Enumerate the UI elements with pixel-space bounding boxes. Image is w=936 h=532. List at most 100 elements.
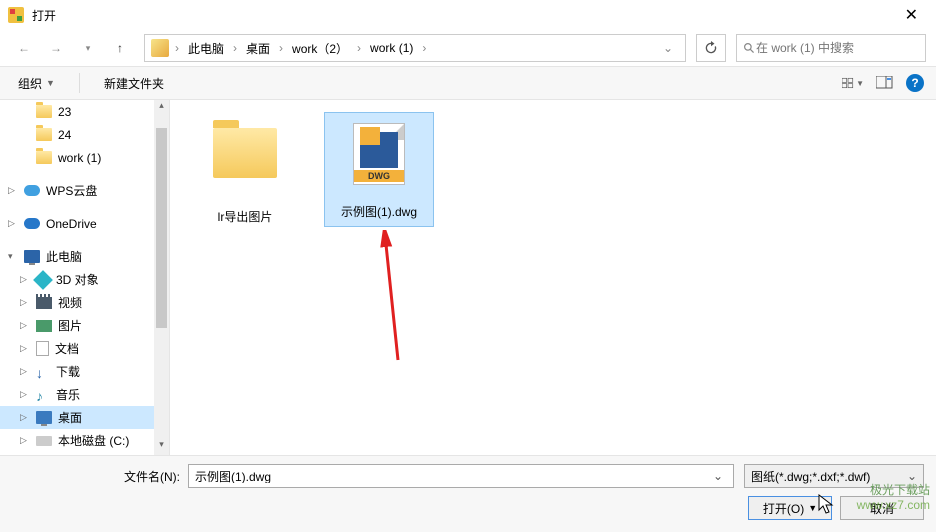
breadcrumb-item[interactable]: 桌面 (243, 38, 273, 59)
scroll-thumb[interactable] (156, 128, 167, 328)
scroll-up-icon[interactable]: ▴ (154, 100, 169, 116)
tree-label: 文档 (55, 340, 79, 357)
tree-label: 音乐 (56, 386, 80, 403)
tree-label: 图片 (58, 317, 82, 334)
cancel-button[interactable]: 取消 (840, 496, 924, 520)
pane-icon (876, 76, 894, 90)
filename-label: 文件名(N): (12, 468, 188, 485)
tree-item-music[interactable]: ▷音乐 (0, 383, 169, 406)
chevron-right-icon: › (275, 41, 287, 55)
dwg-badge: DWG (354, 170, 404, 182)
tree-item-folder[interactable]: 23 (0, 100, 169, 123)
chevron-right-icon: › (229, 41, 241, 55)
tree-item-localdisk[interactable]: ▷本地磁盘 (C:) (0, 429, 169, 452)
desktop-icon (36, 411, 52, 424)
help-button[interactable]: ? (906, 74, 924, 92)
chevron-down-icon[interactable]: ⌄ (907, 469, 917, 483)
filename-input[interactable] (195, 469, 709, 483)
tree-item-folder[interactable]: work (1) (0, 146, 169, 169)
tree-item-video[interactable]: ▷视频 (0, 291, 169, 314)
bottom-panel: 文件名(N): ⌄ 图纸(*.dwg;*.dxf;*.dwf) ⌄ 打开(O) … (0, 455, 936, 532)
tree-item-desktop[interactable]: ▷桌面 (0, 406, 169, 429)
refresh-icon (704, 41, 718, 55)
open-button[interactable]: 打开(O) ▼ (748, 496, 832, 520)
pc-icon (24, 250, 40, 263)
new-folder-label: 新建文件夹 (104, 75, 164, 92)
filter-label: 图纸(*.dwg;*.dxf;*.dwf) (751, 468, 870, 485)
file-list[interactable]: lr导出图片 DWG 示例图(1).dwg (170, 100, 936, 455)
breadcrumb-item[interactable]: 此电脑 (185, 38, 227, 59)
file-name: 示例图(1).dwg (331, 203, 427, 220)
app-icon (8, 7, 24, 23)
organize-button[interactable]: 组织 ▼ (12, 72, 61, 95)
music-icon (36, 388, 50, 402)
tree-label: WPS云盘 (46, 182, 97, 199)
tree-item-image[interactable]: ▷图片 (0, 314, 169, 337)
search-box[interactable] (736, 34, 926, 62)
nav-bar: ← → ▾ ↑ › 此电脑 › 桌面 › work（2） › work (1) … (0, 30, 936, 66)
chevron-right-icon: › (353, 41, 365, 55)
3d-icon (33, 270, 53, 290)
tree-label: 下载 (56, 363, 80, 380)
chevron-right-icon: › (171, 41, 183, 55)
folder-icon (36, 105, 52, 118)
image-icon (36, 320, 52, 332)
chevron-down-icon: ▼ (856, 79, 864, 88)
chevron-down-icon: ▼ (808, 503, 817, 513)
file-name: lr导出图片 (196, 208, 294, 225)
view-mode-button[interactable]: ▼ (842, 73, 864, 93)
preview-pane-button[interactable] (874, 73, 896, 93)
up-button[interactable]: ↑ (106, 34, 134, 62)
disk-icon (36, 436, 52, 446)
tree-label: 视频 (58, 294, 82, 311)
folder-icon (213, 128, 277, 178)
tree-item-3d[interactable]: ▷3D 对象 (0, 268, 169, 291)
tree-item-downloads[interactable]: ▷下载 (0, 360, 169, 383)
file-tile-dwg[interactable]: DWG 示例图(1).dwg (324, 112, 434, 227)
open-label: 打开(O) (763, 500, 804, 517)
organize-label: 组织 (18, 75, 42, 92)
chevron-down-icon[interactable]: ⌄ (709, 469, 727, 483)
scroll-down-icon[interactable]: ▾ (154, 439, 169, 455)
tree-label: OneDrive (46, 217, 97, 231)
sidebar: 23 24 work (1) ▷WPS云盘 ▷OneDrive ▾此电脑 ▷3D… (0, 100, 170, 455)
breadcrumb-item[interactable]: work (1) (367, 39, 416, 57)
cloud-icon (24, 185, 40, 196)
window-title: 打开 (32, 7, 895, 24)
back-button[interactable]: ← (10, 34, 38, 62)
tree-label: 本地磁盘 (C:) (58, 432, 129, 449)
doc-icon (36, 341, 49, 356)
folder-icon (36, 151, 52, 164)
dwg-file-icon: DWG (353, 123, 405, 185)
onedrive-icon (24, 218, 40, 229)
breadcrumb-dropdown[interactable]: ⌄ (657, 41, 679, 55)
tree-item-docs[interactable]: ▷文档 (0, 337, 169, 360)
view-icon (842, 76, 854, 90)
file-type-filter[interactable]: 图纸(*.dwg;*.dxf;*.dwf) ⌄ (744, 464, 924, 488)
tree-item-folder[interactable]: 24 (0, 123, 169, 146)
sidebar-scrollbar[interactable]: ▴ ▾ (154, 100, 169, 455)
tree-item-onedrive[interactable]: ▷OneDrive (0, 212, 169, 235)
main-area: 23 24 work (1) ▷WPS云盘 ▷OneDrive ▾此电脑 ▷3D… (0, 100, 936, 455)
breadcrumb[interactable]: › 此电脑 › 桌面 › work（2） › work (1) › ⌄ (144, 34, 686, 62)
tree-item-wps[interactable]: ▷WPS云盘 (0, 179, 169, 202)
search-input[interactable] (756, 41, 919, 55)
file-tile-folder[interactable]: lr导出图片 (190, 112, 300, 231)
refresh-button[interactable] (696, 34, 726, 62)
chevron-down-icon: ▼ (46, 78, 55, 88)
tree-label: 23 (58, 105, 71, 119)
recent-dropdown[interactable]: ▾ (74, 34, 102, 62)
breadcrumb-item[interactable]: work（2） (289, 38, 351, 59)
tree-label: work (1) (58, 151, 101, 165)
video-icon (36, 297, 52, 309)
close-button[interactable]: ✕ (895, 1, 928, 29)
toolbar: 组织 ▼ 新建文件夹 ▼ ? (0, 66, 936, 100)
search-icon (743, 42, 756, 55)
tree-label: 此电脑 (46, 248, 82, 265)
tree-label: 3D 对象 (56, 271, 99, 288)
download-icon (36, 365, 50, 379)
tree-item-thispc[interactable]: ▾此电脑 (0, 245, 169, 268)
new-folder-button[interactable]: 新建文件夹 (98, 72, 170, 95)
forward-button[interactable]: → (42, 34, 70, 62)
filename-combobox[interactable]: ⌄ (188, 464, 734, 488)
